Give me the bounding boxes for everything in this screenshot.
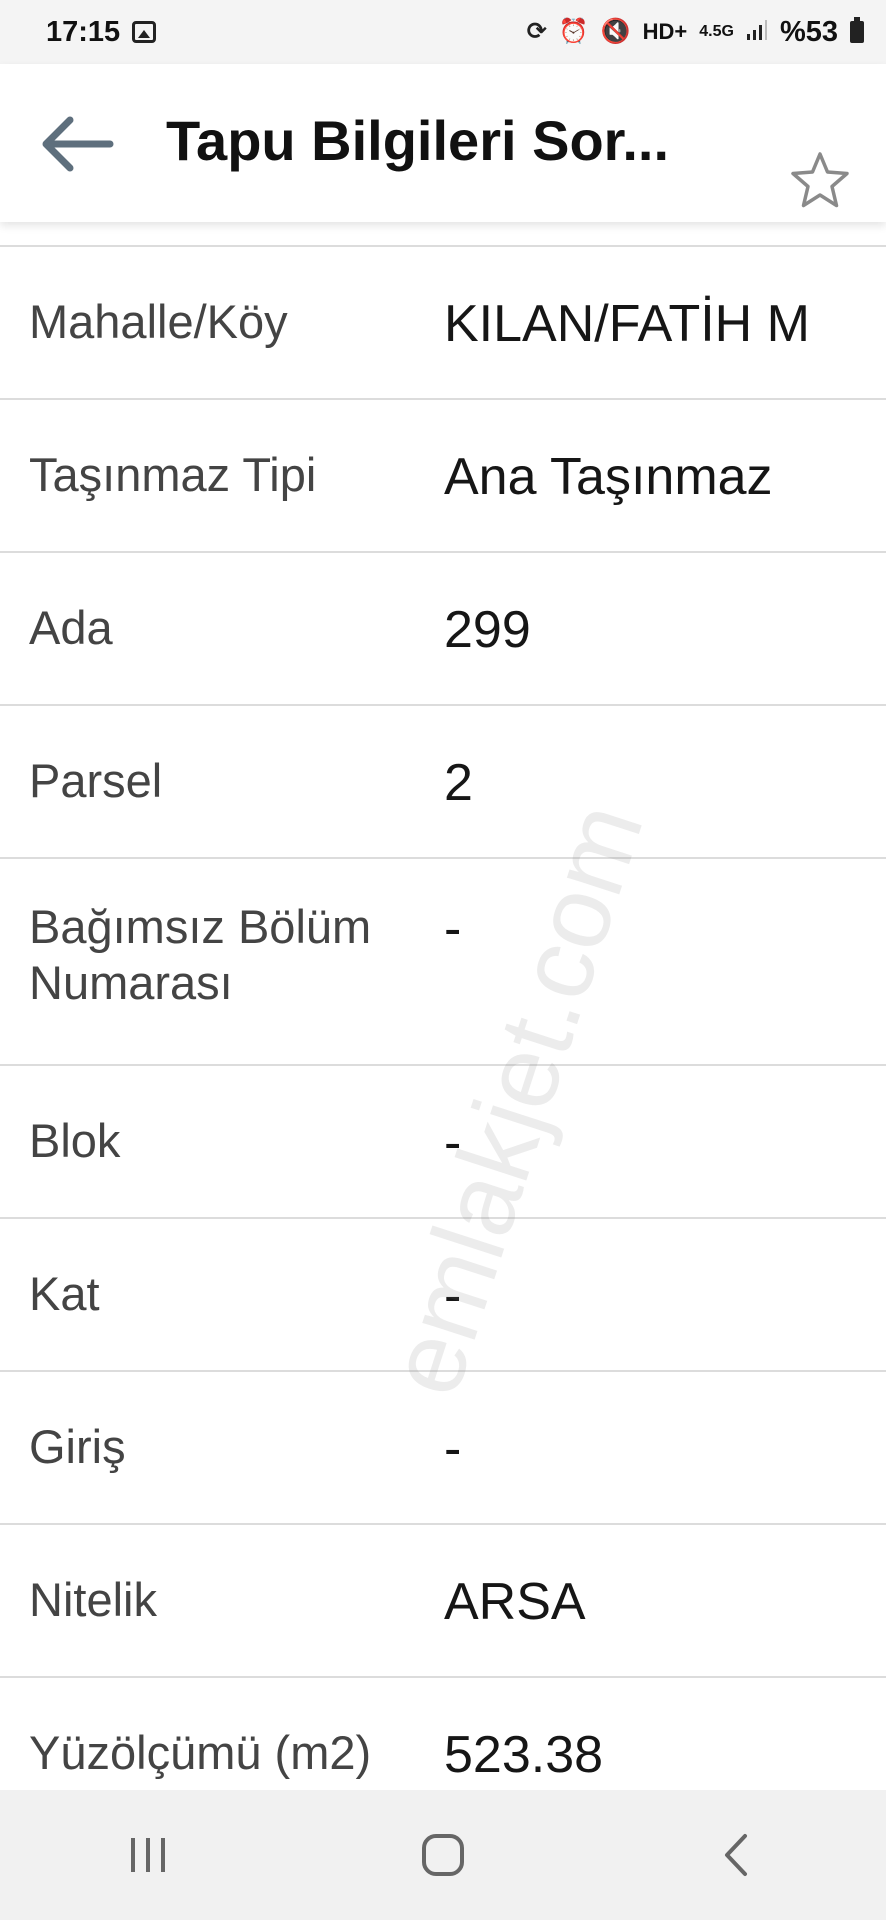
field-row-tasinmaz-tipi: Taşınmaz Tipi Ana Taşınmaz (0, 400, 886, 553)
status-right: ⟳ ⏰ 🔇 HD+ 4.5G %53 (527, 16, 864, 49)
home-icon (421, 1834, 464, 1876)
arrow-left-icon (42, 116, 114, 172)
app-bar: Tapu Bilgileri Sor... (0, 64, 886, 222)
alarm-icon: ⏰ (558, 18, 589, 45)
battery-icon (850, 17, 864, 43)
field-row-bagimsiz-bolum: Bağımsız Bölüm Numarası - (0, 859, 886, 1066)
field-row-mahalle: Mahalle/Köy KILAN/FATİH M (0, 247, 886, 400)
sync-icon: ⟳ (526, 18, 547, 45)
field-label: Nitelik (29, 1573, 157, 1626)
field-label: Mahalle/Köy (29, 295, 288, 348)
status-left: 17:15 (46, 15, 157, 49)
signal-bars (746, 19, 767, 40)
field-value: 523.38 (444, 1726, 604, 1784)
field-label: Bağımsız Bölüm Numarası (29, 900, 372, 1009)
deed-info-list: Mahalle/Köy KILAN/FATİH M Taşınmaz Tipi … (0, 245, 886, 1831)
mute-icon: 🔇 (600, 18, 631, 45)
field-row-ada: Ada 299 (0, 553, 886, 706)
system-nav-bar (0, 1790, 886, 1920)
network-label: 4.5G (699, 23, 734, 40)
field-value: 2 (444, 754, 473, 812)
status-time: 17:15 (46, 15, 121, 48)
favorite-button[interactable] (790, 150, 850, 210)
field-row-parsel: Parsel 2 (0, 706, 886, 859)
field-value: ARSA (444, 1573, 586, 1631)
field-value: - (444, 1420, 462, 1478)
field-row-kat: Kat - (0, 1219, 886, 1372)
home-button[interactable] (403, 1815, 483, 1895)
field-row-nitelik: Nitelik ARSA (0, 1525, 886, 1678)
field-row-giris: Giriş - (0, 1372, 886, 1525)
hd-label: HD+ (642, 19, 688, 44)
field-label: Taşınmaz Tipi (29, 448, 317, 501)
field-value: 299 (444, 601, 531, 659)
battery-percent: %53 (779, 15, 838, 48)
field-value: - (444, 1267, 462, 1325)
back-icon (725, 1834, 748, 1876)
screen: 17:15 ⟳ ⏰ 🔇 HD+ 4.5G %53 Tapu Bilgileri … (0, 0, 886, 1920)
gallery-notification-icon (132, 21, 157, 43)
field-label: Parsel (29, 754, 163, 807)
field-value: KILAN/FATİH M (444, 295, 810, 353)
field-value: - (444, 900, 462, 958)
field-value: Ana Taşınmaz (444, 448, 773, 506)
field-label: Blok (29, 1114, 121, 1167)
status-bar: 17:15 ⟳ ⏰ 🔇 HD+ 4.5G %53 (0, 0, 886, 64)
back-button[interactable] (40, 114, 116, 174)
page-title: Tapu Bilgileri Sor... (166, 109, 670, 172)
field-label: Ada (29, 601, 113, 654)
field-label: Yüzölçümü (m2) (29, 1726, 372, 1779)
recent-apps-button[interactable] (108, 1815, 188, 1895)
field-label: Giriş (29, 1420, 126, 1473)
field-label: Kat (29, 1267, 100, 1320)
field-row-blok: Blok - (0, 1066, 886, 1219)
field-value: - (444, 1114, 462, 1172)
system-back-button[interactable] (698, 1815, 778, 1895)
signal-icon (746, 19, 768, 46)
star-outline-icon (791, 152, 849, 208)
recent-apps-icon (130, 1838, 165, 1872)
